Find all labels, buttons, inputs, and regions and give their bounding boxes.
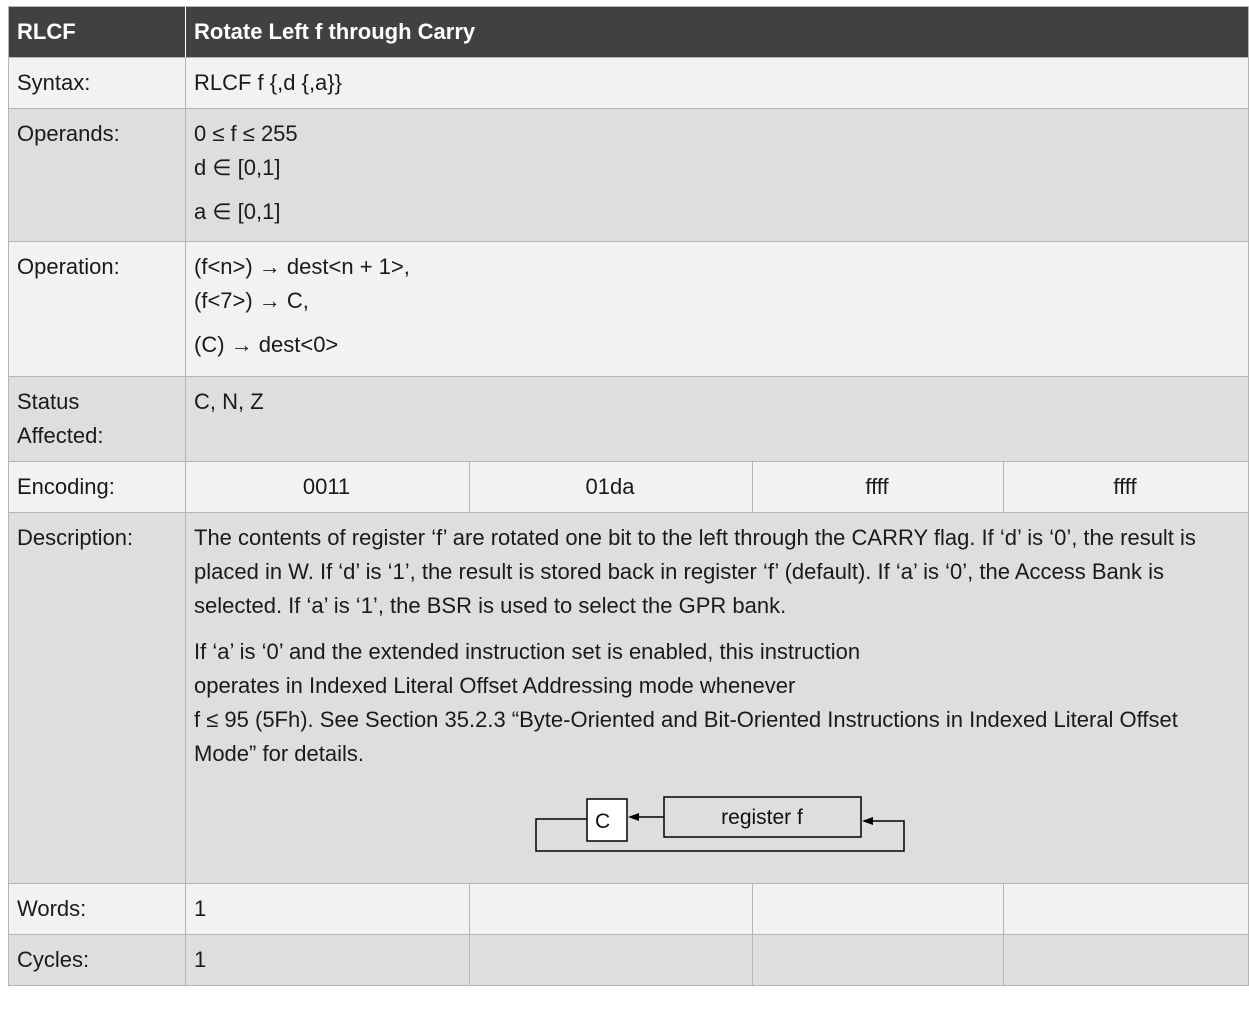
operation-line-3: (C) → dest<0>: [194, 332, 339, 357]
register-label: register f: [721, 806, 803, 829]
words-empty-2: [752, 883, 1004, 935]
operation-line-2: (f<7>) → C,: [194, 288, 309, 313]
operation-line-1: (f<n>) → dest<n + 1>,: [194, 254, 410, 279]
rotate-diagram-svg: C register f: [535, 796, 905, 852]
encoding-label: Encoding:: [8, 461, 186, 513]
words-label: Words:: [8, 883, 186, 935]
cycles-value: 1: [185, 934, 470, 986]
cycles-empty-1: [469, 934, 753, 986]
description-row: Description: The contents of register ‘f…: [8, 512, 1249, 884]
description-value: The contents of register ‘f’ are rotated…: [185, 512, 1249, 884]
status-label: Status Affected:: [8, 376, 186, 462]
operand-d-range: d ∈ [0,1]: [194, 155, 281, 180]
status-row: Status Affected: C, N, Z: [8, 376, 1249, 462]
encoding-row: Encoding: 0011 01da ffff ffff: [8, 461, 1249, 513]
operand-f-range: 0 ≤ f ≤ 255: [194, 121, 298, 146]
operand-a-range: a ∈ [0,1]: [194, 199, 281, 224]
encoding-field-4: ffff: [1003, 461, 1249, 513]
encoding-field-3: ffff: [752, 461, 1004, 513]
description-p2-line-3: f ≤ 95 (5Fh). See Section 35.2.3 “Byte-O…: [194, 707, 1178, 766]
operands-row: Operands: 0 ≤ f ≤ 255 d ∈ [0,1] a ∈ [0,1…: [8, 108, 1249, 242]
description-paragraph-1: The contents of register ‘f’ are rotated…: [194, 525, 1196, 618]
loop-arrow-head: [862, 817, 873, 825]
rotate-diagram: C register f: [194, 781, 1238, 877]
instruction-table: RLCF Rotate Left f through Carry Syntax:…: [8, 6, 1249, 986]
arrow-to-carry-head: [628, 813, 639, 821]
description-paragraph-2: If ‘a’ is ‘0’ and the extended instructi…: [194, 635, 1238, 771]
encoding-field-2: 01da: [469, 461, 753, 513]
operation-row: Operation: (f<n>) → dest<n + 1>, (f<7>) …: [8, 241, 1249, 377]
operation-value: (f<n>) → dest<n + 1>, (f<7>) → C, (C) → …: [185, 241, 1249, 377]
status-value: C, N, Z: [185, 376, 1249, 462]
cycles-row: Cycles: 1: [8, 934, 1249, 986]
cycles-empty-3: [1003, 934, 1249, 986]
description-p2-line-1: If ‘a’ is ‘0’ and the extended instructi…: [194, 639, 861, 664]
cycles-label: Cycles:: [8, 934, 186, 986]
words-value: 1: [185, 883, 470, 935]
instruction-title: Rotate Left f through Carry: [185, 6, 1249, 58]
carry-label: C: [595, 810, 610, 833]
syntax-label: Syntax:: [8, 57, 186, 109]
words-row: Words: 1: [8, 883, 1249, 935]
operation-label: Operation:: [8, 241, 186, 377]
encoding-field-1: 0011: [185, 461, 470, 513]
syntax-row: Syntax: RLCF f {,d {,a}}: [8, 57, 1249, 109]
status-label-line-2: Affected:: [17, 423, 104, 448]
syntax-value: RLCF f {,d {,a}}: [185, 57, 1249, 109]
description-p2-line-2: operates in Indexed Literal Offset Addre…: [194, 673, 796, 698]
header-row: RLCF Rotate Left f through Carry: [8, 6, 1249, 58]
mnemonic-cell: RLCF: [8, 6, 186, 58]
operands-label: Operands:: [8, 108, 186, 242]
words-empty-1: [469, 883, 753, 935]
description-label: Description:: [8, 512, 186, 884]
words-empty-3: [1003, 883, 1249, 935]
cycles-empty-2: [752, 934, 1004, 986]
operands-value: 0 ≤ f ≤ 255 d ∈ [0,1] a ∈ [0,1]: [185, 108, 1249, 242]
instruction-reference-page: RLCF Rotate Left f through Carry Syntax:…: [0, 0, 1249, 1032]
status-label-line-1: Status: [17, 389, 80, 414]
